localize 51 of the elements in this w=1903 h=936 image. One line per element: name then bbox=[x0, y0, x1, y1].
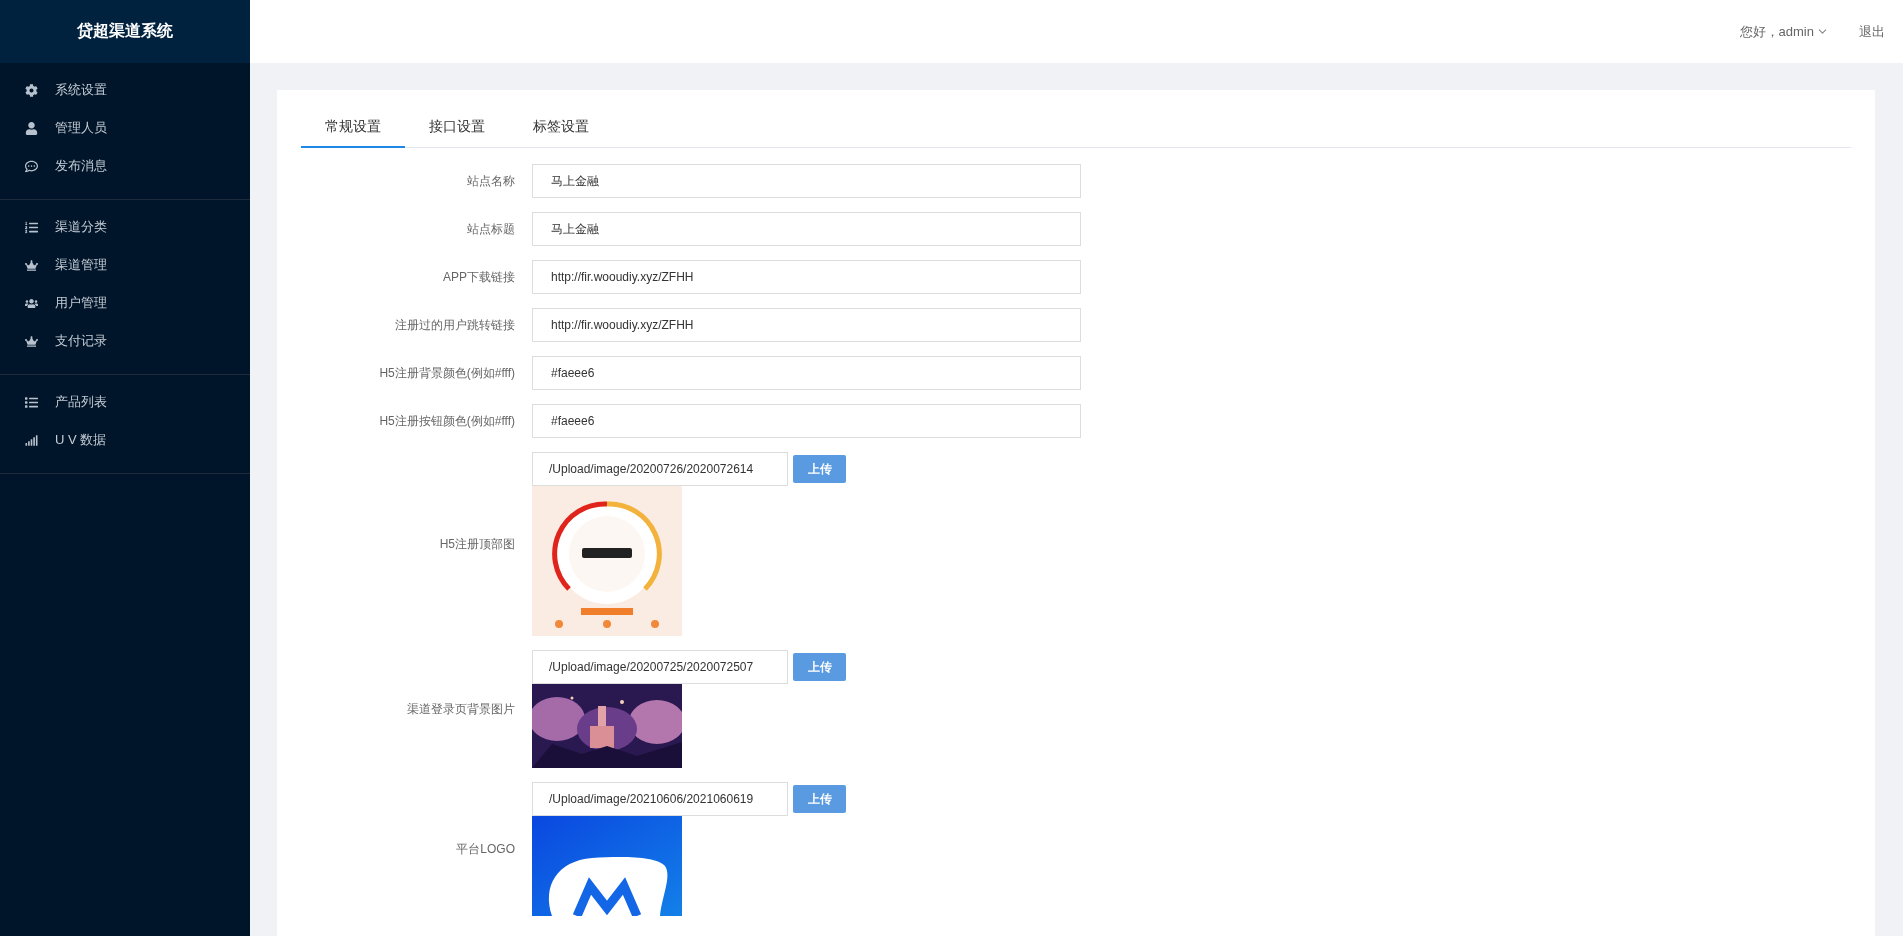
sidebar-item-label: 产品列表 bbox=[55, 393, 107, 411]
field-label: 站点名称 bbox=[466, 172, 515, 190]
sidebar-item[interactable]: 支付记录 bbox=[0, 322, 250, 360]
file-path-field[interactable]: /Upload/image/20200726/2020072614 bbox=[532, 452, 788, 486]
crown-icon bbox=[25, 258, 38, 272]
user-icon bbox=[25, 121, 38, 135]
field-label: H5注册按钮颜色(例如#fff) bbox=[378, 412, 515, 430]
chart-icon bbox=[25, 433, 38, 447]
gear-icon bbox=[25, 83, 38, 97]
sidebar-item-label: 管理人员 bbox=[55, 119, 107, 137]
user-menu[interactable]: 您好，admin bbox=[1739, 22, 1829, 41]
field-label: 站点标题 bbox=[466, 220, 515, 238]
sidebar-item[interactable]: 渠道管理 bbox=[0, 246, 250, 284]
input-field[interactable]: #faeee6 bbox=[532, 404, 1081, 438]
sidebar-item[interactable]: 渠道分类 bbox=[0, 208, 250, 246]
sidebar-item[interactable]: 系统设置 bbox=[0, 71, 250, 109]
file-path-field[interactable]: /Upload/image/20200725/2020072507 bbox=[532, 650, 788, 684]
users-icon bbox=[25, 296, 38, 310]
field-label: APP下载链接 bbox=[442, 268, 515, 286]
sidebar-item-label: 渠道分类 bbox=[55, 218, 107, 236]
sidebar-item-label: 支付记录 bbox=[55, 332, 107, 350]
field-label: H5注册顶部图 bbox=[438, 535, 515, 553]
input-field[interactable]: http://fir.wooudiy.xyz/ZFHH bbox=[532, 260, 1081, 294]
input-field[interactable]: #faeee6 bbox=[532, 356, 1081, 390]
input-field[interactable]: 马上金融 bbox=[532, 164, 1081, 198]
app-title: 贷超渠道系统 bbox=[77, 21, 173, 42]
sidebar-item[interactable]: 产品列表 bbox=[0, 383, 250, 421]
input-field[interactable]: 马上金融 bbox=[532, 212, 1081, 246]
file-path-field[interactable]: /Upload/image/20210606/2021060619 bbox=[532, 782, 788, 816]
sidebar-item[interactable]: U V 数据 bbox=[0, 421, 250, 459]
sidebar-item[interactable]: 用户管理 bbox=[0, 284, 250, 322]
input-field[interactable]: http://fir.wooudiy.xyz/ZFHH bbox=[532, 308, 1081, 342]
list-icon bbox=[25, 220, 38, 234]
logout-link[interactable]: 退出 bbox=[1859, 22, 1885, 41]
sidebar-item[interactable]: 发布消息 bbox=[0, 147, 250, 185]
sidebar-item-label: 发布消息 bbox=[55, 157, 107, 175]
tab[interactable]: 接口设置 bbox=[405, 118, 509, 148]
sidebar-item-label: U V 数据 bbox=[55, 431, 107, 449]
sidebar-item-label: 用户管理 bbox=[55, 294, 107, 312]
chat-icon bbox=[25, 159, 38, 173]
sidebar-item[interactable]: 管理人员 bbox=[0, 109, 250, 147]
crown-icon bbox=[25, 334, 38, 348]
field-label: 平台LOGO bbox=[455, 840, 515, 858]
list-icon bbox=[25, 395, 38, 409]
field-label: 注册过的用户跳转链接 bbox=[394, 316, 515, 334]
field-label: 渠道登录页背景图片 bbox=[406, 700, 515, 718]
sidebar-item-label: 渠道管理 bbox=[55, 256, 107, 274]
sidebar-item-label: 系统设置 bbox=[55, 81, 107, 99]
tab[interactable]: 标签设置 bbox=[509, 118, 613, 148]
field-label: H5注册背景颜色(例如#fff) bbox=[378, 364, 515, 382]
tab[interactable]: 常规设置 bbox=[301, 118, 405, 148]
